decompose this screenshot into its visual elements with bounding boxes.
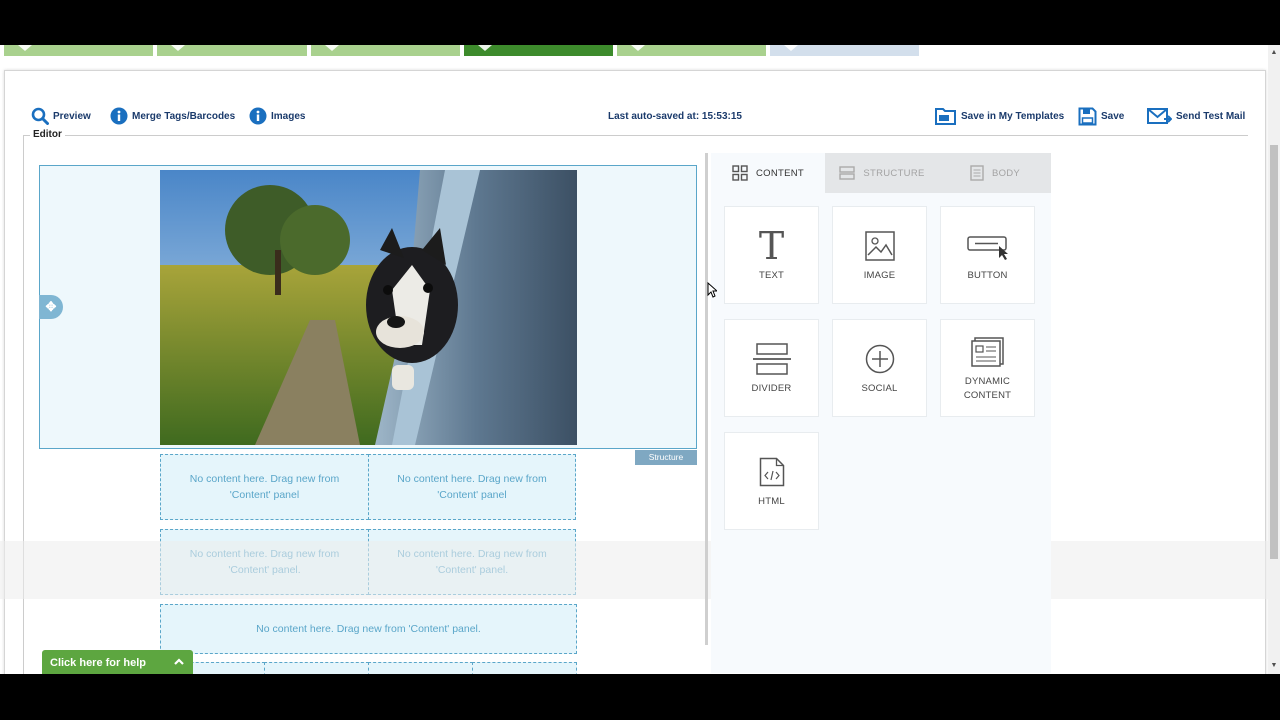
tab-body[interactable]: BODY	[939, 153, 1051, 193]
grid-icon	[732, 165, 748, 181]
move-icon: ✥	[45, 299, 57, 314]
block-label: HTML	[758, 496, 785, 508]
top-black-bar	[0, 0, 1280, 45]
scroll-down-icon[interactable]: ▼	[1268, 660, 1280, 672]
tab-content[interactable]: CONTENT	[711, 153, 825, 193]
autosave-status: Last auto-saved at: 15:53:15	[608, 111, 742, 122]
help-label: Click here for help	[50, 656, 146, 669]
wizard-step-1[interactable]	[4, 45, 153, 56]
block-label: DIVIDER	[751, 383, 792, 395]
step-chevron-icon	[631, 45, 645, 51]
images-label: Images	[271, 110, 306, 122]
merge-tags-button[interactable]: Merge Tags/Barcodes	[110, 105, 235, 127]
block-label: DYNAMIC CONTENT	[963, 376, 1012, 401]
empty-column-placeholder[interactable]: No content here. Drag new from 'Content'…	[368, 454, 576, 520]
html-icon	[759, 453, 785, 491]
step-chevron-icon	[478, 45, 492, 51]
move-row-handle[interactable]: ✥	[39, 295, 63, 319]
tab-body-label: BODY	[991, 167, 1021, 179]
info-icon	[110, 107, 128, 125]
browser-viewport: Preview Merge Tags/Barcodes Images Last …	[0, 45, 1268, 674]
search-icon	[31, 107, 49, 125]
panel-resize-handle[interactable]	[705, 153, 708, 645]
save-templates-label: Save in My Templates	[961, 110, 1065, 122]
page-overlay-strip	[0, 541, 1268, 599]
merge-tags-label: Merge Tags/Barcodes	[132, 110, 236, 122]
preview-button[interactable]: Preview	[31, 105, 91, 127]
wizard-step-3[interactable]	[311, 45, 460, 56]
block-label: IMAGE	[863, 270, 896, 282]
step-chevron-icon	[171, 45, 185, 51]
content-block-divider[interactable]: DIVIDER	[724, 319, 819, 417]
floppy-disk-icon	[1078, 107, 1097, 126]
content-block-html[interactable]: HTML	[724, 432, 819, 530]
wizard-step-5[interactable]	[617, 45, 766, 56]
wizard-step-2[interactable]	[157, 45, 307, 56]
step-chevron-icon	[325, 45, 339, 51]
editor-border	[23, 135, 1248, 136]
image-icon	[864, 227, 895, 265]
help-button[interactable]: Click here for help	[42, 650, 193, 674]
info-icon	[249, 107, 267, 125]
document-icon	[970, 165, 984, 181]
content-row: No content here. Drag new from 'Content'…	[160, 604, 577, 654]
divider-icon	[752, 340, 791, 378]
editor-label: Editor	[30, 129, 65, 140]
block-label: TEXT	[758, 270, 785, 282]
preview-label: Preview	[53, 110, 91, 122]
content-block-dynamic-content[interactable]: DYNAMIC CONTENT	[940, 319, 1035, 417]
step-chevron-icon	[18, 45, 32, 51]
social-icon	[865, 340, 895, 378]
button-icon	[966, 227, 1009, 265]
content-row	[160, 662, 577, 674]
mouse-cursor-icon	[707, 281, 719, 303]
wizard-steps	[0, 45, 930, 56]
rows-icon	[839, 166, 856, 180]
chevron-up-icon	[173, 656, 185, 671]
scroll-up-icon[interactable]: ▲	[1268, 47, 1280, 59]
tab-content-label: CONTENT	[755, 167, 804, 179]
send-test-label: Send Test Mail	[1176, 110, 1246, 122]
send-test-mail-button[interactable]: Send Test Mail	[1147, 105, 1245, 127]
structure-tag[interactable]: Structure	[635, 450, 697, 465]
save-button[interactable]: Save	[1078, 105, 1124, 127]
template-folder-icon	[935, 106, 957, 126]
empty-column-placeholder[interactable]	[264, 662, 369, 674]
mail-icon	[1147, 107, 1172, 126]
dynamic-content-icon	[970, 333, 1005, 371]
content-block-text[interactable]: T TEXT	[724, 206, 819, 304]
wizard-step-4-active[interactable]	[464, 45, 613, 56]
content-block-image[interactable]: IMAGE	[832, 206, 927, 304]
empty-column-placeholder[interactable]	[368, 662, 473, 674]
empty-column-placeholder[interactable]: No content here. Drag new from 'Content'…	[160, 454, 369, 520]
content-block-button[interactable]: BUTTON	[940, 206, 1035, 304]
dog-photo[interactable]	[160, 170, 577, 445]
empty-column-placeholder[interactable]	[472, 662, 577, 674]
tab-structure[interactable]: STRUCTURE	[825, 153, 939, 193]
block-label: BUTTON	[967, 270, 1008, 282]
save-label: Save	[1101, 110, 1125, 122]
content-row: No content here. Drag new from 'Content'…	[160, 454, 577, 520]
page-scrollbar[interactable]: ▲ ▼	[1268, 45, 1280, 674]
content-block-social[interactable]: SOCIAL	[832, 319, 927, 417]
tab-structure-label: STRUCTURE	[863, 167, 925, 179]
save-in-templates-button[interactable]: Save in My Templates	[935, 105, 1064, 127]
text-icon: T	[758, 224, 785, 269]
images-button[interactable]: Images	[249, 105, 305, 127]
wizard-step-6[interactable]	[770, 45, 919, 56]
step-chevron-icon	[784, 45, 798, 51]
scrollbar-thumb[interactable]	[1270, 145, 1278, 559]
bottom-black-bar	[0, 674, 1280, 720]
block-label: SOCIAL	[861, 383, 898, 395]
empty-column-placeholder[interactable]: No content here. Drag new from 'Content'…	[160, 604, 577, 654]
